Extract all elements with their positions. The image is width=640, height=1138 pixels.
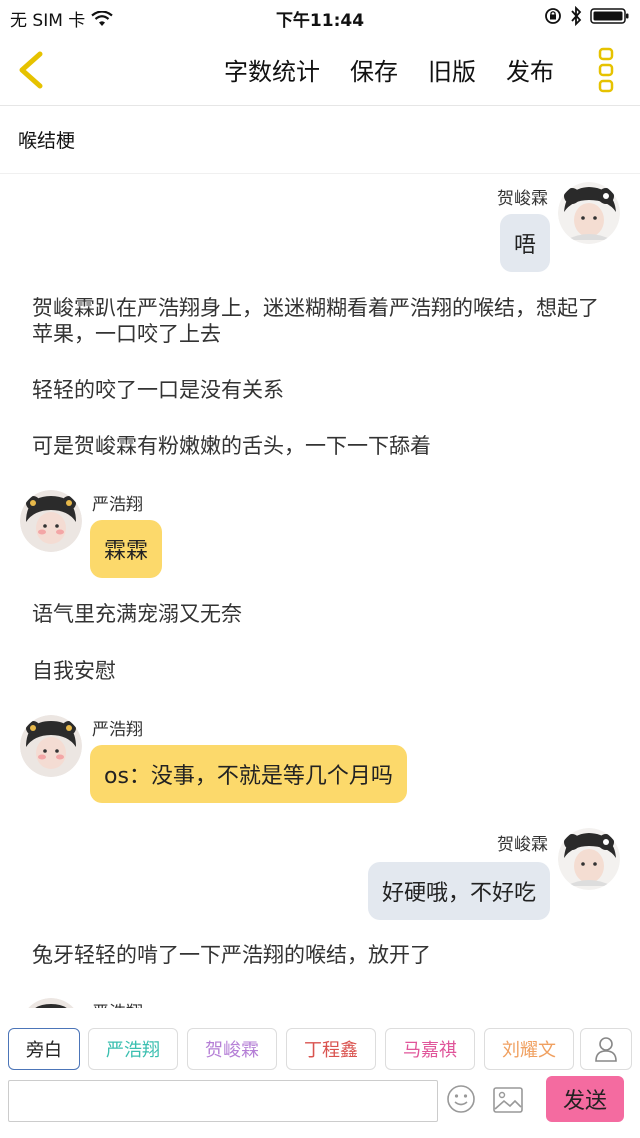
emoji-icon[interactable] [446,1084,476,1114]
role-selector: 旁白 严浩翔 贺峻霖 丁程鑫 马嘉祺 刘耀文 [0,1022,640,1078]
story-title[interactable]: 喉结梗 [0,106,640,174]
avatar[interactable] [20,490,82,552]
send-button[interactable]: 发送 [546,1076,624,1122]
nav-bar: 字数统计 保存 旧版 发布 [0,34,640,106]
avatar[interactable] [558,828,620,890]
publish-button[interactable]: 发布 [506,52,554,87]
message-bubble[interactable]: 唔 [499,214,550,272]
chevron-left-icon [19,51,43,89]
narration-text[interactable]: 自我安慰 [32,658,612,684]
message-input[interactable] [8,1080,438,1122]
chat-message[interactable]: 严浩翔 os：没事，不就是等几个月吗 [0,709,640,819]
add-role-button[interactable] [580,1028,632,1070]
narration-text[interactable]: 轻轻的咬了一口是没有关系 [32,377,612,403]
role-narrator-button[interactable]: 旁白 [8,1028,80,1070]
orientation-lock-icon [545,8,561,24]
more-vertical-icon [598,47,614,93]
narration-text[interactable]: 可是贺峻霖有粉嫩嫩的舌头，一下一下舔着 [32,433,612,459]
role-button[interactable]: 丁程鑫 [286,1028,376,1070]
status-right [544,6,630,26]
speaker-name: 严浩翔 [92,720,143,740]
role-button[interactable]: 刘耀文 [484,1028,574,1070]
save-button[interactable]: 保存 [350,52,398,87]
role-button[interactable]: 贺峻霖 [187,1028,277,1070]
old-version-button[interactable]: 旧版 [428,52,476,87]
chat-message[interactable]: 严浩翔 霖霖 [0,484,640,594]
speaker-name: 严浩翔 [92,998,143,1008]
speaker-name: 严浩翔 [92,495,143,515]
avatar[interactable] [558,182,620,244]
avatar[interactable] [20,715,82,777]
chat-message[interactable]: 贺峻霖 唔 [0,174,640,274]
chat-content[interactable]: 贺峻霖 唔 贺峻霖趴在严浩翔身上，迷迷糊糊看着严浩翔的喉结，想起了苹果，一口咬了… [0,174,640,1008]
status-bar: 无 SIM 卡 下午11:44 [0,0,640,34]
speaker-name: 贺峻霖 [497,835,548,855]
input-bar: 发送 [0,1076,640,1138]
role-button[interactable]: 马嘉祺 [385,1028,475,1070]
narration-text[interactable]: 贺峻霖趴在严浩翔身上，迷迷糊糊看着严浩翔的喉结，想起了苹果，一口咬了上去 [32,295,612,347]
narration-text[interactable]: 兔牙轻轻的啃了一下严浩翔的喉结，放开了 [32,942,612,968]
word-count-button[interactable]: 字数统计 [224,52,320,87]
message-bubble[interactable]: os：没事，不就是等几个月吗 [90,745,407,803]
nav-actions: 字数统计 保存 旧版 发布 [224,52,554,87]
avatar[interactable] [20,998,82,1008]
narration-text[interactable]: 语气里充满宠溺又无奈 [32,601,612,627]
chat-message[interactable]: 贺峻霖 好硬哦，不好吃 [0,824,640,924]
more-button[interactable] [592,46,620,94]
speaker-name: 贺峻霖 [497,189,548,209]
message-bubble[interactable]: 好硬哦，不好吃 [367,862,550,920]
battery-icon [590,8,629,24]
role-button[interactable]: 严浩翔 [88,1028,178,1070]
bluetooth-icon [571,6,582,26]
chat-message[interactable]: 严浩翔 [0,996,640,1008]
message-bubble[interactable]: 霖霖 [90,520,163,578]
image-icon[interactable] [492,1086,524,1114]
back-button[interactable] [12,48,52,92]
person-icon [595,1037,617,1062]
